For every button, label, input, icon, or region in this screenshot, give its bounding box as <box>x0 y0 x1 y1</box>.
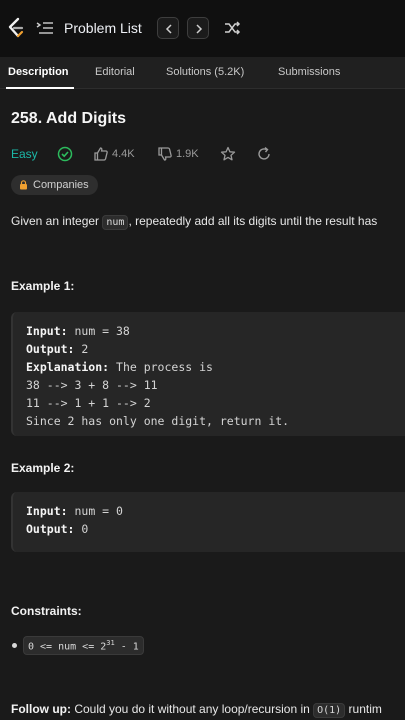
tab-editorial[interactable]: Editorial <box>95 66 135 78</box>
thumbs-down-icon[interactable] <box>157 146 173 162</box>
constraint-exponent: 31 <box>106 639 115 647</box>
next-problem-button[interactable] <box>187 17 209 39</box>
share-icon[interactable] <box>256 146 272 162</box>
example-1-box: Input: num = 38 Output: 2 Explanation: T… <box>11 312 405 436</box>
description-text: Given an integer <box>11 214 103 228</box>
inline-code-num: num <box>102 215 129 230</box>
follow-up-label: Follow up: <box>11 702 71 716</box>
problem-title: 258. Add Digits <box>11 110 126 127</box>
like-count: 4.4K <box>112 148 135 160</box>
problem-description: Given an integer num, repeatedly add all… <box>11 213 377 231</box>
chevron-right-icon <box>196 24 203 34</box>
tab-solutions[interactable]: Solutions (5.2K) <box>166 66 244 78</box>
explanation-line: 11 --> 1 + 1 --> 2 <box>26 396 151 410</box>
bullet-point <box>12 643 17 648</box>
input-label: Input: <box>26 324 68 338</box>
problem-meta-row: Easy 4.4K 1.9K <box>11 146 291 164</box>
description-panel: 258. Add Digits Easy 4.4K 1.9K Companies… <box>0 90 405 720</box>
follow-up: Follow up: Could you do it without any l… <box>11 702 382 718</box>
input-value: num = 38 <box>67 324 130 338</box>
explanation-line: 38 --> 3 + 8 --> 11 <box>26 378 158 392</box>
input-label: Input: <box>26 504 68 518</box>
inline-code-complexity: O(1) <box>313 703 346 718</box>
list-icon[interactable] <box>36 20 54 36</box>
star-icon[interactable] <box>220 146 236 162</box>
output-value: 0 <box>74 522 89 536</box>
output-label: Output: <box>26 342 75 356</box>
follow-up-text: Could you do it without any loop/recursi… <box>70 702 314 716</box>
output-value: 2 <box>74 342 89 356</box>
prev-problem-button[interactable] <box>157 17 179 39</box>
chevron-left-icon <box>165 24 172 34</box>
tab-submissions[interactable]: Submissions <box>278 66 340 78</box>
output-label: Output: <box>26 522 75 536</box>
problem-tabs: Description Editorial Solutions (5.2K) S… <box>0 57 405 89</box>
lock-icon <box>20 180 27 190</box>
example-1-heading: Example 1: <box>11 279 75 293</box>
top-navbar: Problem List <box>0 0 405 57</box>
difficulty-badge: Easy <box>11 147 38 161</box>
thumbs-up-icon[interactable] <box>93 146 109 162</box>
constraints-heading: Constraints: <box>11 604 82 618</box>
description-text-cont: , repeatedly add all its digits until th… <box>128 214 378 228</box>
solved-check-icon <box>57 146 73 162</box>
follow-up-text-cont: runtim <box>345 702 382 716</box>
tab-description[interactable]: Description <box>8 66 69 78</box>
example-2-heading: Example 2: <box>11 461 75 475</box>
constraint-item: 0 <= num <= 231 - 1 <box>23 636 144 656</box>
explanation-value: The process is <box>109 360 213 374</box>
input-value: num = 0 <box>67 504 123 518</box>
shuffle-icon[interactable] <box>223 19 241 37</box>
logo-icon[interactable] <box>6 17 26 39</box>
dislike-count: 1.9K <box>176 148 199 160</box>
constraint-prefix: 0 <= num <= 2 <box>28 641 107 653</box>
constraint-suffix: - 1 <box>114 641 139 653</box>
explanation-line: Since 2 has only one digit, return it. <box>26 414 290 428</box>
explanation-label: Explanation: <box>26 360 110 374</box>
companies-tag[interactable]: Companies <box>11 175 98 195</box>
active-tab-indicator <box>6 87 74 89</box>
example-2-box: Input: num = 0 Output: 0 <box>11 492 405 552</box>
companies-label: Companies <box>33 179 89 191</box>
problem-list-link[interactable]: Problem List <box>64 20 142 36</box>
